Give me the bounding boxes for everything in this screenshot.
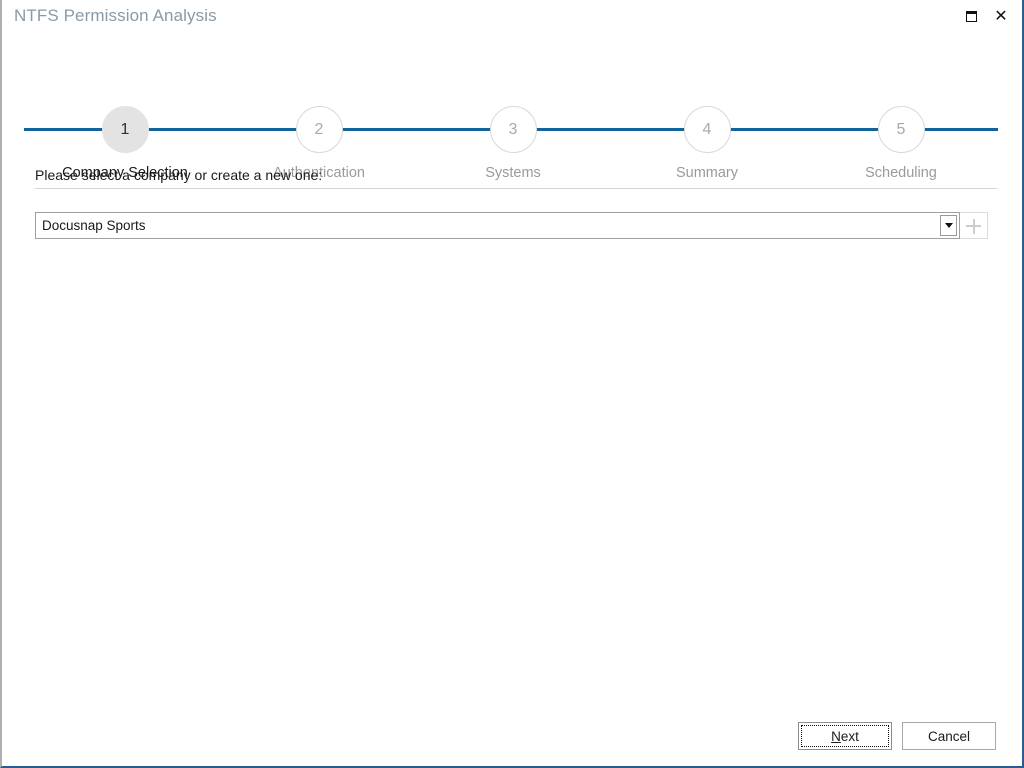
next-button[interactable]: Next — [798, 722, 892, 750]
stepper-step-4[interactable]: 4 Summary — [637, 106, 777, 181]
stepper-step-5[interactable]: 5 Scheduling — [831, 106, 971, 181]
stepper-step-3[interactable]: 3 Systems — [443, 106, 583, 181]
step-label-4: Summary — [675, 165, 739, 181]
cancel-button[interactable]: Cancel — [902, 722, 996, 750]
step-number-circle-1: 1 — [101, 106, 149, 153]
step-label-3: Systems — [485, 165, 541, 181]
step-number-5: 5 — [896, 120, 906, 138]
close-icon: ✕ — [994, 6, 1008, 25]
window-title: NTFS Permission Analysis — [14, 6, 217, 25]
window-controls: ✕ — [956, 3, 1016, 29]
step-number-2: 2 — [314, 120, 324, 138]
step-number-circle-5: 5 — [877, 106, 925, 153]
company-combobox-dropdown-button[interactable] — [940, 215, 957, 236]
step-number-1: 1 — [120, 120, 130, 138]
next-button-rest: ext — [840, 728, 859, 744]
next-button-accel: N — [831, 728, 841, 744]
step-number-circle-2: 2 — [295, 106, 343, 153]
step-number-circle-4: 4 — [683, 106, 731, 153]
chevron-down-icon — [944, 223, 953, 228]
title-bar: NTFS Permission Analysis ✕ — [2, 0, 1022, 34]
dialog-footer: Next Cancel — [798, 722, 996, 750]
company-combobox-value: Docusnap Sports — [42, 218, 146, 233]
step-number-circle-3: 3 — [489, 106, 537, 153]
close-button[interactable]: ✕ — [986, 3, 1016, 29]
next-button-label: Next — [831, 729, 859, 744]
step-label-5: Scheduling — [865, 165, 937, 181]
cancel-button-label: Cancel — [927, 728, 971, 744]
restore-icon — [965, 10, 977, 22]
company-selection-row: Docusnap Sports — [35, 212, 988, 239]
section-divider — [35, 188, 997, 189]
wizard-stepper: 1 Company Selection 2 Authentication 3 S… — [2, 46, 1022, 181]
step-number-3: 3 — [508, 120, 518, 138]
instruction-text: Please select a company or create a new … — [35, 167, 323, 183]
step-number-4: 4 — [702, 120, 712, 138]
dialog-window: NTFS Permission Analysis ✕ 1 Company Sel… — [0, 0, 1024, 768]
company-combobox[interactable]: Docusnap Sports — [35, 212, 960, 239]
add-company-button[interactable] — [960, 212, 988, 239]
restore-button[interactable] — [956, 3, 986, 29]
